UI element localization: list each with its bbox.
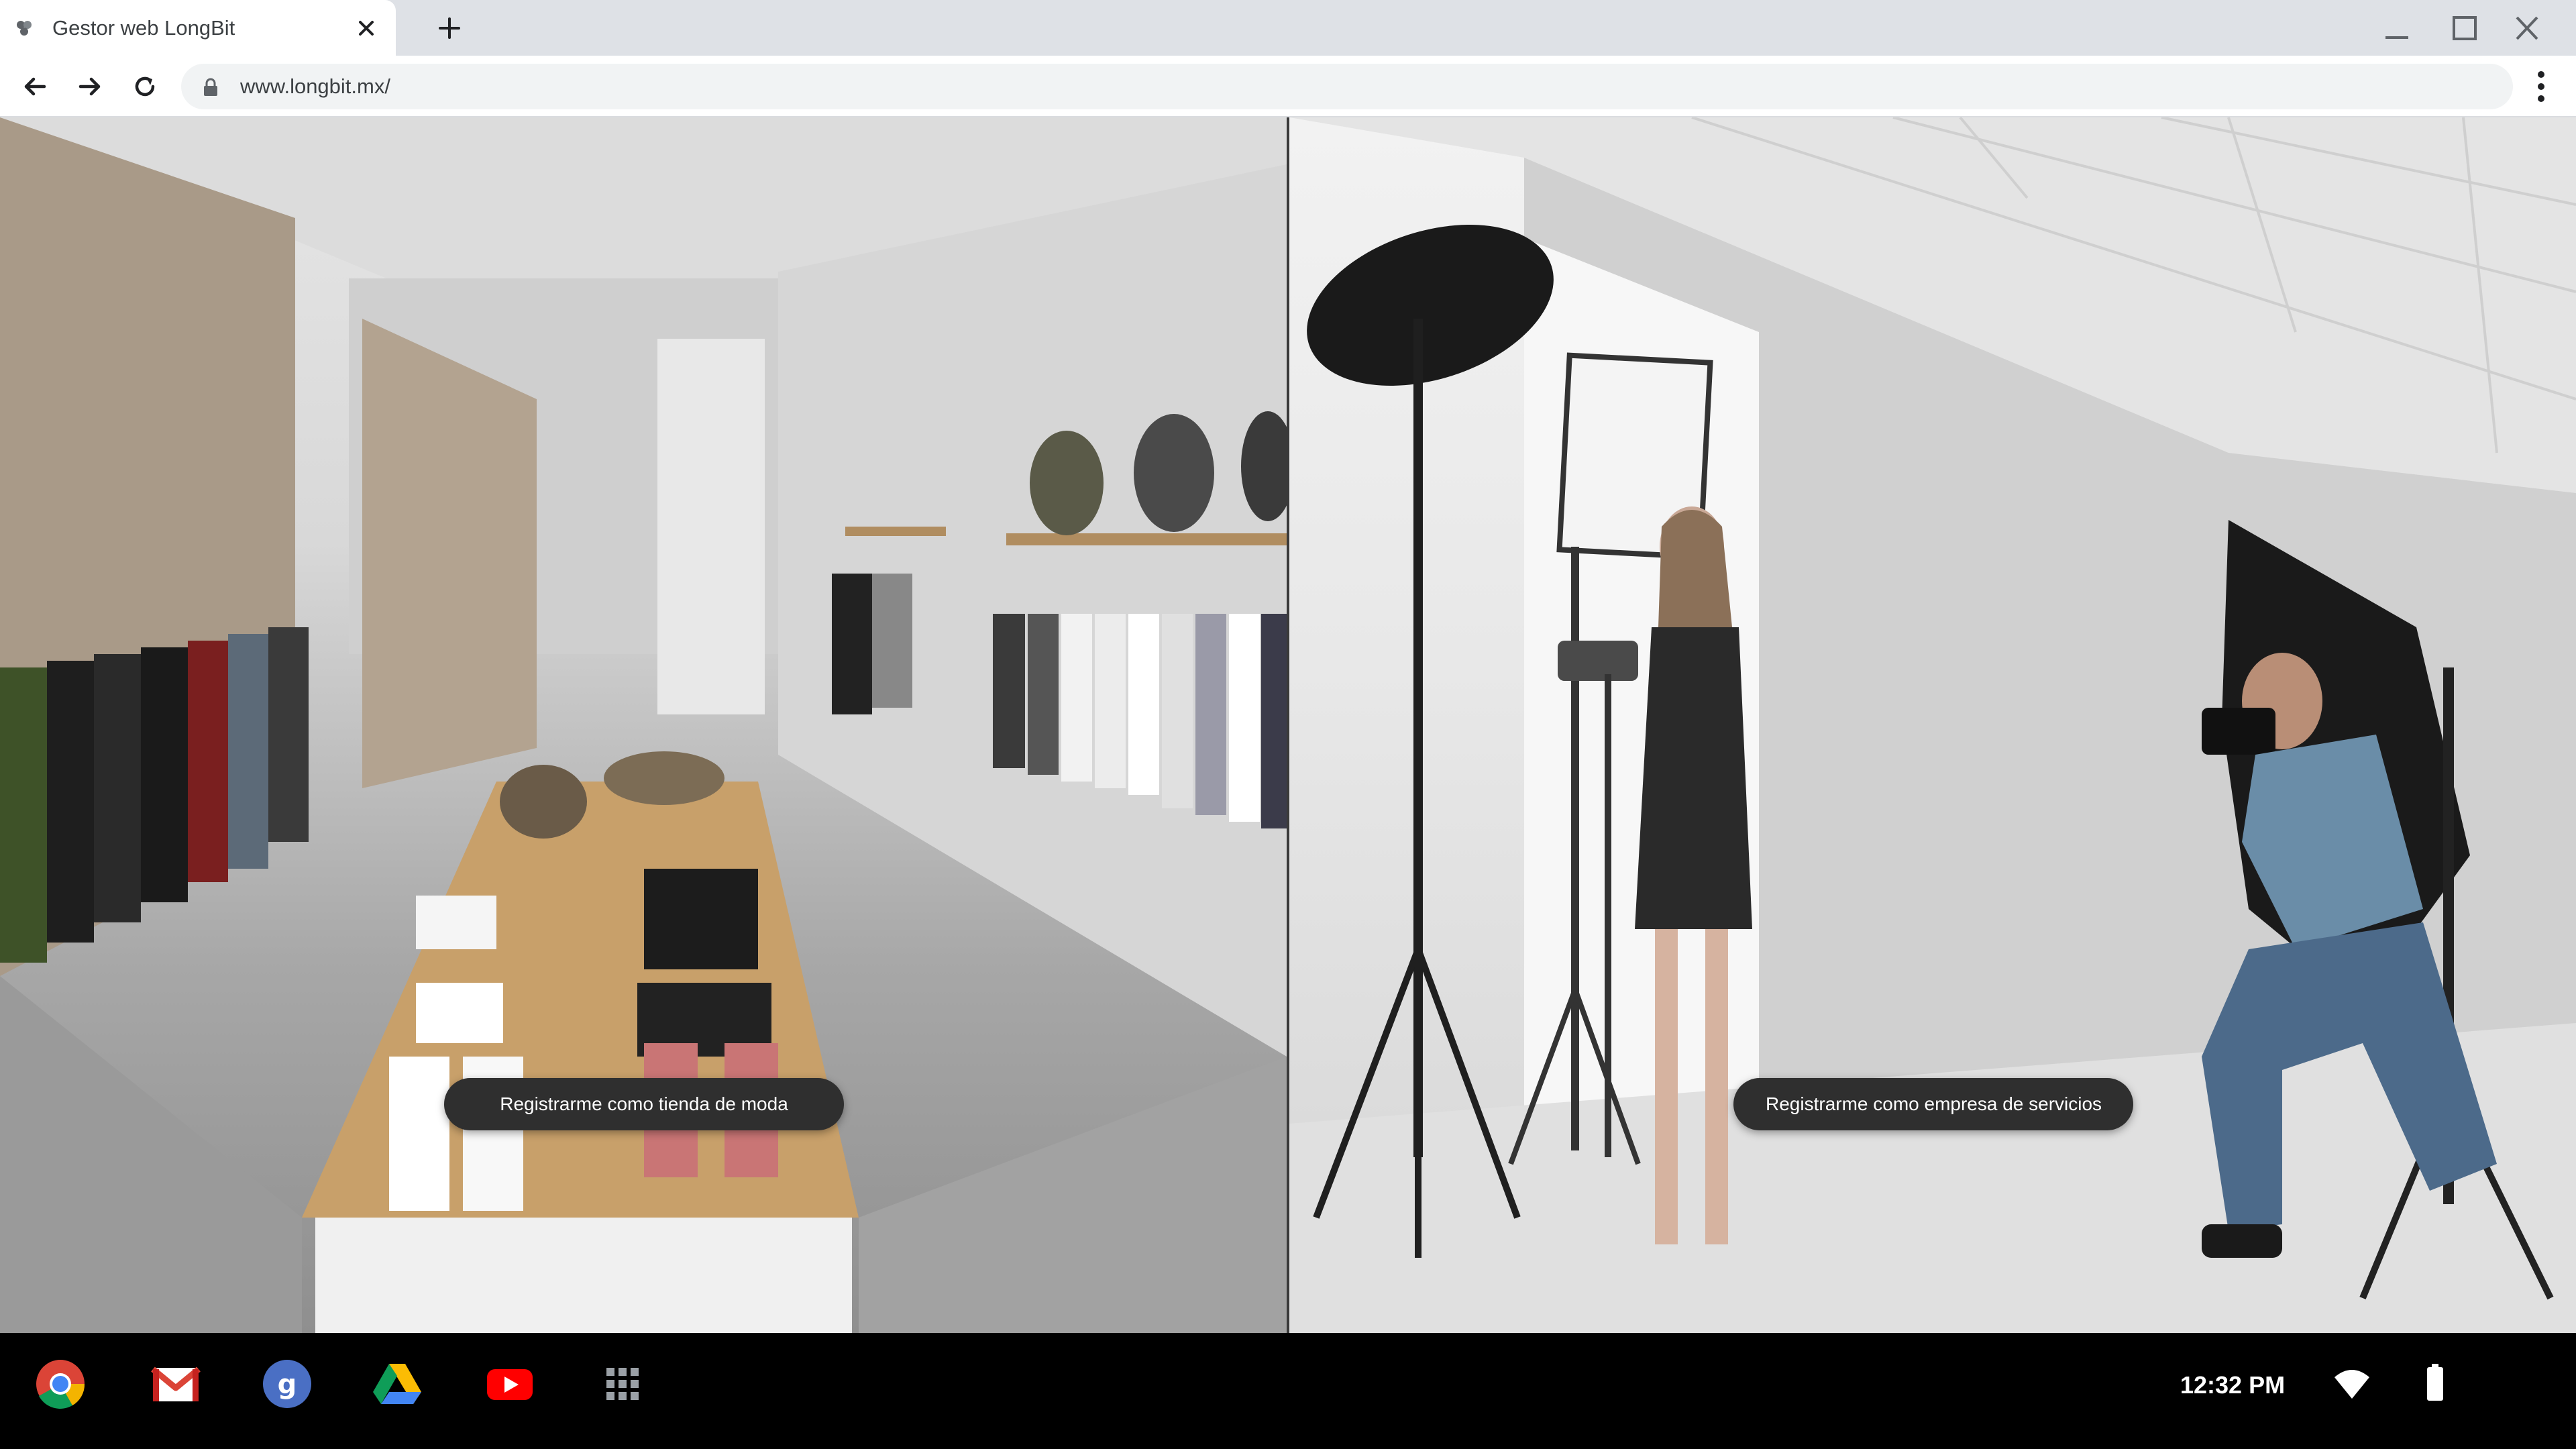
- browser-tab[interactable]: Gestor web LongBit: [0, 0, 396, 56]
- register-service-company-button[interactable]: Registrarme como empresa de servicios: [1733, 1078, 2133, 1130]
- reload-icon[interactable]: [129, 70, 161, 103]
- drive-icon[interactable]: [370, 1357, 424, 1411]
- forward-arrow-icon[interactable]: [74, 70, 106, 103]
- battery-icon[interactable]: [2426, 1364, 2445, 1401]
- fashion-store-image[interactable]: Registrarme como tienda de moda: [0, 117, 1287, 1333]
- os-shelf: g 12:32 PM: [0, 1333, 2576, 1449]
- register-fashion-store-button[interactable]: Registrarme como tienda de moda: [444, 1078, 844, 1130]
- fashion-store-illustration: [0, 117, 1287, 1333]
- photo-studio-illustration: [1289, 117, 2576, 1333]
- close-window-icon[interactable]: [2509, 12, 2545, 44]
- favicon-icon: [17, 21, 32, 36]
- google-search-icon[interactable]: g: [260, 1357, 314, 1411]
- page-content: Registrarme como tienda de moda Registra…: [0, 117, 2576, 1333]
- tab-strip: Gestor web LongBit: [0, 0, 2576, 56]
- svg-text:g: g: [278, 1369, 297, 1400]
- more-menu-icon[interactable]: [2526, 68, 2556, 105]
- maximize-icon[interactable]: [2446, 12, 2482, 44]
- url-text[interactable]: www.longbit.mx/: [240, 74, 390, 99]
- tab-title: Gestor web LongBit: [52, 16, 235, 40]
- wifi-icon[interactable]: [2333, 1368, 2371, 1400]
- app-launcher-icon[interactable]: [596, 1357, 649, 1411]
- chrome-icon[interactable]: [34, 1357, 87, 1411]
- new-tab-icon[interactable]: [435, 13, 464, 43]
- lock-icon[interactable]: [201, 77, 220, 97]
- address-bar[interactable]: www.longbit.mx/: [181, 64, 2513, 109]
- minimize-icon[interactable]: [2379, 12, 2415, 44]
- back-arrow-icon[interactable]: [19, 70, 51, 103]
- photo-studio-image[interactable]: Registrarme como empresa de servicios: [1287, 117, 2576, 1333]
- browser-toolbar: www.longbit.mx/: [0, 56, 2576, 117]
- youtube-icon[interactable]: [483, 1357, 537, 1411]
- system-clock[interactable]: 12:32 PM: [2180, 1371, 2285, 1400]
- close-tab-icon[interactable]: [353, 15, 380, 42]
- gmail-icon[interactable]: [149, 1357, 203, 1411]
